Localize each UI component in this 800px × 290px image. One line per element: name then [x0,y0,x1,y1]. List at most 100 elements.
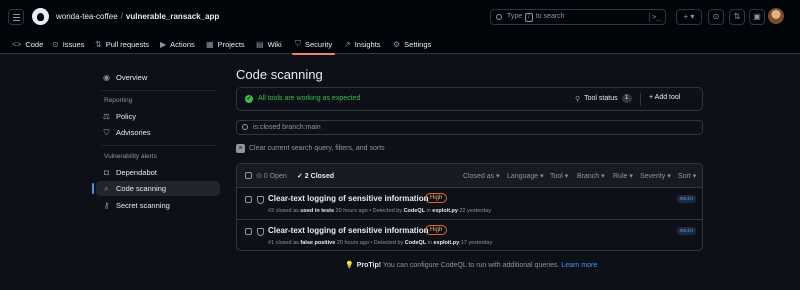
shield-check-icon [257,196,264,204]
sidebar-item-code-scanning[interactable]: ⌕ Code scanning [92,181,220,196]
header-row: wonda-tea-coffee / vulnerable_ransack_app … [0,0,800,33]
sort-dropdown[interactable]: Sort ▾ [678,172,696,180]
alert-meta: #1 closed as false positive 20 hours ago… [268,240,492,246]
clear-filters-button[interactable]: × Clear current search query, filters, a… [236,144,385,153]
tool-count-badge: 1 [621,94,632,103]
search-input[interactable]: Type / to search >_ [490,9,666,25]
alert-meta: #2 closed as used in tests 20 hours ago … [268,208,491,214]
open-filter-tab[interactable]: ⊙ 0 Open [256,172,287,180]
avatar[interactable] [768,8,784,24]
shield-check-icon [257,228,264,236]
issues-icon[interactable]: ⊙ [708,9,724,25]
tab-actions[interactable]: ▶ Actions [160,37,195,51]
divider [102,90,216,91]
menu-icon[interactable] [8,9,24,25]
search-icon [496,14,502,20]
open-label: 0 Open [263,173,287,180]
tab-security[interactable]: ⛉ Security [291,37,336,55]
branch-label[interactable]: main [677,227,697,235]
learn-more-link[interactable]: Learn more [561,262,597,269]
tab-issues[interactable]: ⊙ Issues [52,37,84,51]
add-tool-button[interactable]: + Add tool [649,94,680,101]
language-dropdown[interactable]: Language ▾ [507,172,544,180]
protip: 💡 ProTip! You can configure CodeQL to run… [345,261,597,269]
tab-label: Settings [404,39,432,49]
select-all-checkbox[interactable] [245,172,252,179]
code-icon: <> [12,39,22,49]
check-circle-icon: ✓ [245,95,253,103]
file-location: exploit.py [432,208,458,214]
dependabot-icon: ◘ [104,168,109,177]
filter-input[interactable]: is:closed branch:main [236,120,703,135]
command-palette-icon[interactable]: >_ [649,12,663,22]
divider [640,93,641,106]
tab-code[interactable]: <> Code [12,37,43,51]
repo-tabs: <> Code ⊙ Issues ⇅ Pull requests ▶ Actions ▦… [0,33,800,55]
status-message: All tools are working as expected [258,95,361,102]
tool-name: CodeQL [404,240,427,246]
closed-reason: false positive [300,240,336,246]
sidebar-item-policy[interactable]: ⚖ Policy [96,109,220,124]
sidebar-item-label: Secret scanning [116,201,170,210]
sidebar-item-label: Overview [116,73,148,82]
sidebar-item-dependabot[interactable]: ◘ Dependabot [96,165,220,180]
play-icon: ▶ [160,39,167,49]
tool-status-button[interactable]: ⚲ Tool status 1 [575,94,632,103]
create-new-button[interactable]: + ▾ [676,9,702,25]
shield-icon: ⛉ [103,127,110,137]
line-info: :17 yesterday [459,240,493,246]
eye-icon: ◉ [103,73,110,82]
repo-link[interactable]: vulnerable_ransack_app [126,12,219,21]
breadcrumb-separator: / [120,12,123,21]
protip-label: ProTip! [356,262,382,269]
tool-dropdown[interactable]: Tool ▾ [550,172,568,180]
severity-badge: High [425,225,448,235]
pull-requests-icon[interactable]: ⇅ [729,9,745,25]
pull-request-icon: ⇅ [95,39,102,49]
row-checkbox[interactable] [245,228,252,235]
search-prefix: Type [507,13,523,20]
closed-as-dropdown[interactable]: Closed as ▾ [463,172,500,180]
book-icon: ▤ [256,39,264,49]
sidebar-item-overview[interactable]: ◉ Overview [96,70,220,85]
top-header: wonda-tea-coffee / vulnerable_ransack_app … [0,0,800,55]
tab-label: Insights [354,39,381,49]
closed-filter-tab[interactable]: ✓ 2 Closed [297,172,334,180]
github-logo-icon[interactable] [32,8,49,25]
severity-dropdown[interactable]: Severity ▾ [640,172,671,180]
tab-pull-requests[interactable]: ⇅ Pull requests [95,37,149,51]
tab-label: Actions [170,39,195,49]
alerts-list: ⊙ 0 Open ✓ 2 Closed Closed as ▾ Language… [236,163,703,251]
codescan-icon: ⌕ [104,183,109,193]
alert-title-link[interactable]: Clear-text logging of sensitive informat… [268,194,428,203]
meta-detected: 20 hours ago • Detected by [335,208,403,214]
light-bulb-icon: 💡 [345,262,354,269]
search-icon [242,124,248,130]
inbox-icon[interactable]: ▣ [749,9,765,25]
tab-label: Projects [217,39,245,49]
alert-title-link[interactable]: Clear-text logging of sensitive informat… [268,226,428,235]
tab-wiki[interactable]: ▤ Wiki [256,37,282,51]
sidebar-item-secret-scanning[interactable]: ⚷ Secret scanning [96,198,220,213]
tab-insights[interactable]: ↗ Insights [344,37,381,51]
law-icon: ⚖ [102,112,111,121]
sidebar-item-advisories[interactable]: ⛉ Advisories [96,125,220,140]
meta-prefix: #2 closed as [268,208,299,214]
branch-label[interactable]: main [677,195,697,203]
tab-label: Security [305,39,333,49]
tab-settings[interactable]: ⚙ Settings [393,37,431,51]
owner-link[interactable]: wonda-tea-coffee [56,12,118,21]
rule-dropdown[interactable]: Rule ▾ [613,172,633,180]
tool-name: CodeQL [403,208,425,214]
shield-icon: ⛉ [295,39,301,48]
branch-dropdown[interactable]: Branch ▾ [577,172,605,180]
breadcrumb: wonda-tea-coffee / vulnerable_ransack_app [56,12,219,21]
search-shortcut-key: / [525,13,533,22]
divider [102,145,216,146]
filter-value: is:closed branch:main [253,124,321,131]
closed-reason: used in tests [300,208,335,214]
tab-label: Code [25,39,44,49]
tool-status-label: Tool status [584,95,618,102]
row-checkbox[interactable] [245,196,252,203]
tab-projects[interactable]: ▦ Projects [206,37,245,51]
